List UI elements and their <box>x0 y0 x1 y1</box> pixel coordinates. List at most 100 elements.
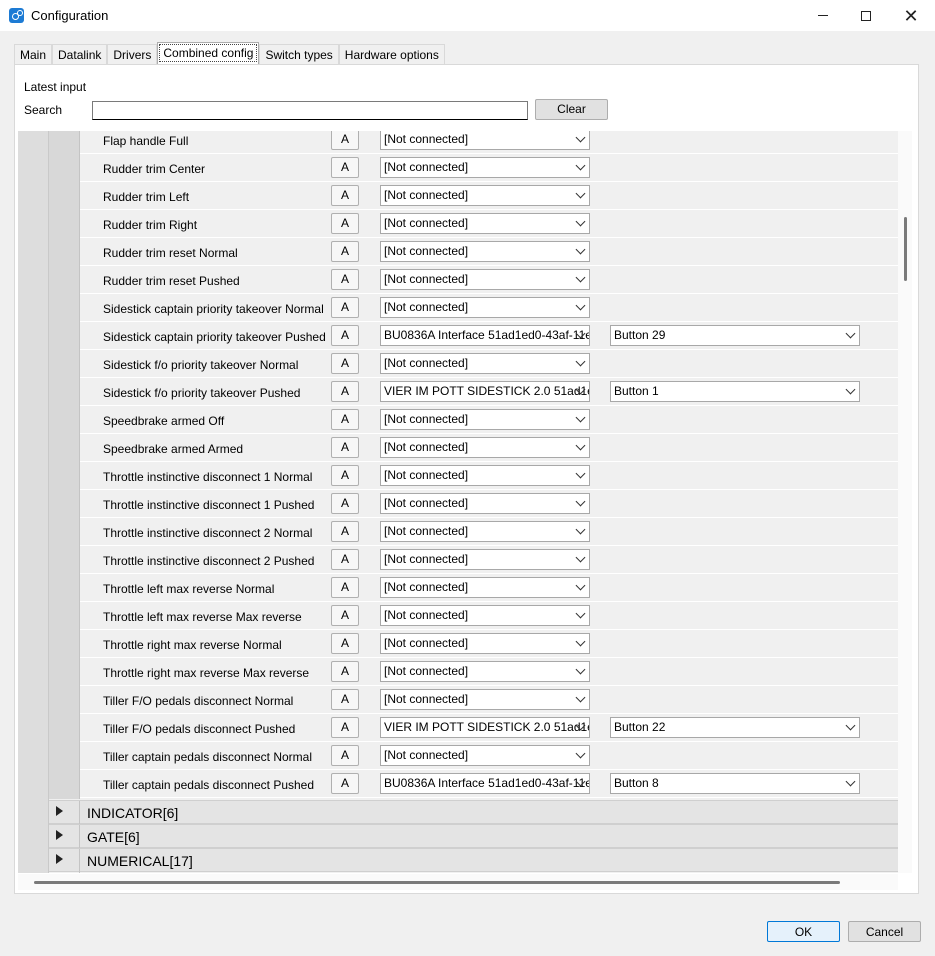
ok-button[interactable]: OK <box>767 921 840 942</box>
clear-button[interactable]: Clear <box>535 99 608 120</box>
search-input[interactable] <box>92 101 528 120</box>
device-dropdown[interactable]: [Not connected] <box>380 605 590 626</box>
device-dropdown[interactable]: [Not connected] <box>380 661 590 682</box>
search-label: Search <box>24 103 63 117</box>
input-dropdown[interactable]: Button 8 <box>610 773 860 794</box>
assign-button[interactable]: A <box>331 297 359 318</box>
maximize-button[interactable] <box>843 0 889 31</box>
group-header[interactable]: NUMERICAL[17] <box>49 848 898 873</box>
device-dropdown[interactable]: [Not connected] <box>380 745 590 766</box>
expand-arrow-icon[interactable] <box>56 806 63 816</box>
switch-label: Tiller F/O pedals disconnect Normal <box>103 694 294 708</box>
assign-button[interactable]: A <box>331 605 359 626</box>
assign-button[interactable]: A <box>331 381 359 402</box>
device-dropdown[interactable]: [Not connected] <box>380 241 590 262</box>
assign-button[interactable]: A <box>331 661 359 682</box>
switch-label: Rudder trim reset Pushed <box>103 274 240 288</box>
device-dropdown-value: [Not connected] <box>384 244 469 258</box>
switch-row: Flap handle Full A [Not connected] <box>80 131 898 154</box>
chevron-down-icon <box>575 664 586 675</box>
assign-button[interactable]: A <box>331 745 359 766</box>
assign-button[interactable]: A <box>331 213 359 234</box>
device-dropdown[interactable]: VIER IM POTT SIDESTICK 2.0 51ad1e <box>380 717 590 738</box>
configuration-app-icon <box>9 8 24 23</box>
device-dropdown-value: VIER IM POTT SIDESTICK 2.0 51ad1e <box>384 384 590 398</box>
horizontal-scrollbar-thumb[interactable] <box>34 881 840 884</box>
device-dropdown[interactable]: [Not connected] <box>380 297 590 318</box>
input-dropdown[interactable]: Button 1 <box>610 381 860 402</box>
latest-input-label: Latest input <box>24 80 87 94</box>
device-dropdown[interactable]: [Not connected] <box>380 521 590 542</box>
device-dropdown[interactable]: [Not connected] <box>380 493 590 514</box>
vertical-scrollbar[interactable] <box>898 131 912 873</box>
tab-main[interactable]: Main <box>14 44 53 65</box>
device-dropdown-value: [Not connected] <box>384 440 469 454</box>
chevron-down-icon <box>575 132 586 143</box>
device-dropdown[interactable]: [Not connected] <box>380 131 590 150</box>
minimize-button[interactable] <box>800 0 846 31</box>
device-dropdown[interactable]: [Not connected] <box>380 633 590 654</box>
assign-button[interactable]: A <box>331 465 359 486</box>
minimize-icon <box>818 15 828 16</box>
horizontal-scrollbar[interactable] <box>18 874 898 890</box>
input-dropdown[interactable]: Button 22 <box>610 717 860 738</box>
device-dropdown[interactable]: [Not connected] <box>380 549 590 570</box>
assign-button[interactable]: A <box>331 437 359 458</box>
assign-button[interactable]: A <box>331 493 359 514</box>
input-dropdown[interactable]: Button 29 <box>610 325 860 346</box>
device-dropdown[interactable]: [Not connected] <box>380 437 590 458</box>
assign-button[interactable]: A <box>331 633 359 654</box>
group-separator <box>79 801 80 825</box>
assign-button[interactable]: A <box>331 353 359 374</box>
switch-label: Rudder trim Center <box>103 162 206 176</box>
device-dropdown[interactable]: [Not connected] <box>380 157 590 178</box>
expand-arrow-icon[interactable] <box>56 830 63 840</box>
device-dropdown[interactable]: [Not connected] <box>380 465 590 486</box>
tab-combined-config[interactable]: Combined config <box>157 42 260 64</box>
group-header[interactable]: INDICATOR[6] <box>49 800 898 825</box>
tab-switch-types[interactable]: Switch types <box>259 44 339 65</box>
device-dropdown[interactable]: [Not connected] <box>380 577 590 598</box>
assign-button[interactable]: A <box>331 131 359 150</box>
assign-button[interactable]: A <box>331 185 359 206</box>
assign-button[interactable]: A <box>331 689 359 710</box>
tab-drivers[interactable]: Drivers <box>107 44 158 65</box>
device-dropdown[interactable]: BU0836A Interface 51ad1ed0-43af-11e <box>380 325 590 346</box>
chevron-down-icon <box>575 524 586 535</box>
assign-button[interactable]: A <box>331 577 359 598</box>
switch-row: Throttle left max reverse Max reverse A [N… <box>80 602 898 630</box>
group-separator <box>79 825 80 849</box>
assign-button[interactable]: A <box>331 773 359 794</box>
switch-row: Sidestick f/o priority takeover Pushed A V… <box>80 378 898 406</box>
device-dropdown[interactable]: [Not connected] <box>380 185 590 206</box>
tab-datalink[interactable]: Datalink <box>52 44 108 65</box>
device-dropdown[interactable]: [Not connected] <box>380 213 590 234</box>
assign-button[interactable]: A <box>331 521 359 542</box>
close-button[interactable]: ✕ <box>888 0 934 31</box>
assign-button[interactable]: A <box>331 409 359 430</box>
switch-label: Throttle instinctive disconnect 2 Pushed <box>103 554 315 568</box>
device-dropdown-value: [Not connected] <box>384 692 469 706</box>
assign-button[interactable]: A <box>331 269 359 290</box>
expand-arrow-icon[interactable] <box>56 854 63 864</box>
device-dropdown[interactable]: [Not connected] <box>380 409 590 430</box>
chevron-down-icon <box>575 356 586 367</box>
device-dropdown[interactable]: BU0836A Interface 51ad1ed0-43af-11e <box>380 773 590 794</box>
device-dropdown-value: [Not connected] <box>384 468 469 482</box>
chevron-down-icon <box>575 216 586 227</box>
device-dropdown[interactable]: [Not connected] <box>380 689 590 710</box>
assign-button[interactable]: A <box>331 241 359 262</box>
vertical-scrollbar-thumb[interactable] <box>904 217 907 281</box>
assign-button[interactable]: A <box>331 325 359 346</box>
group-header[interactable]: GATE[6] <box>49 824 898 849</box>
tab-hardware-options[interactable]: Hardware options <box>338 44 445 65</box>
assign-button[interactable]: A <box>331 717 359 738</box>
assign-button[interactable]: A <box>331 157 359 178</box>
device-dropdown[interactable]: [Not connected] <box>380 269 590 290</box>
switch-row: Throttle right max reverse Max reverse A [… <box>80 658 898 686</box>
assign-button[interactable]: A <box>331 549 359 570</box>
device-dropdown[interactable]: [Not connected] <box>380 353 590 374</box>
cancel-button[interactable]: Cancel <box>848 921 921 942</box>
device-dropdown[interactable]: VIER IM POTT SIDESTICK 2.0 51ad1e <box>380 381 590 402</box>
device-dropdown-value: [Not connected] <box>384 300 469 314</box>
